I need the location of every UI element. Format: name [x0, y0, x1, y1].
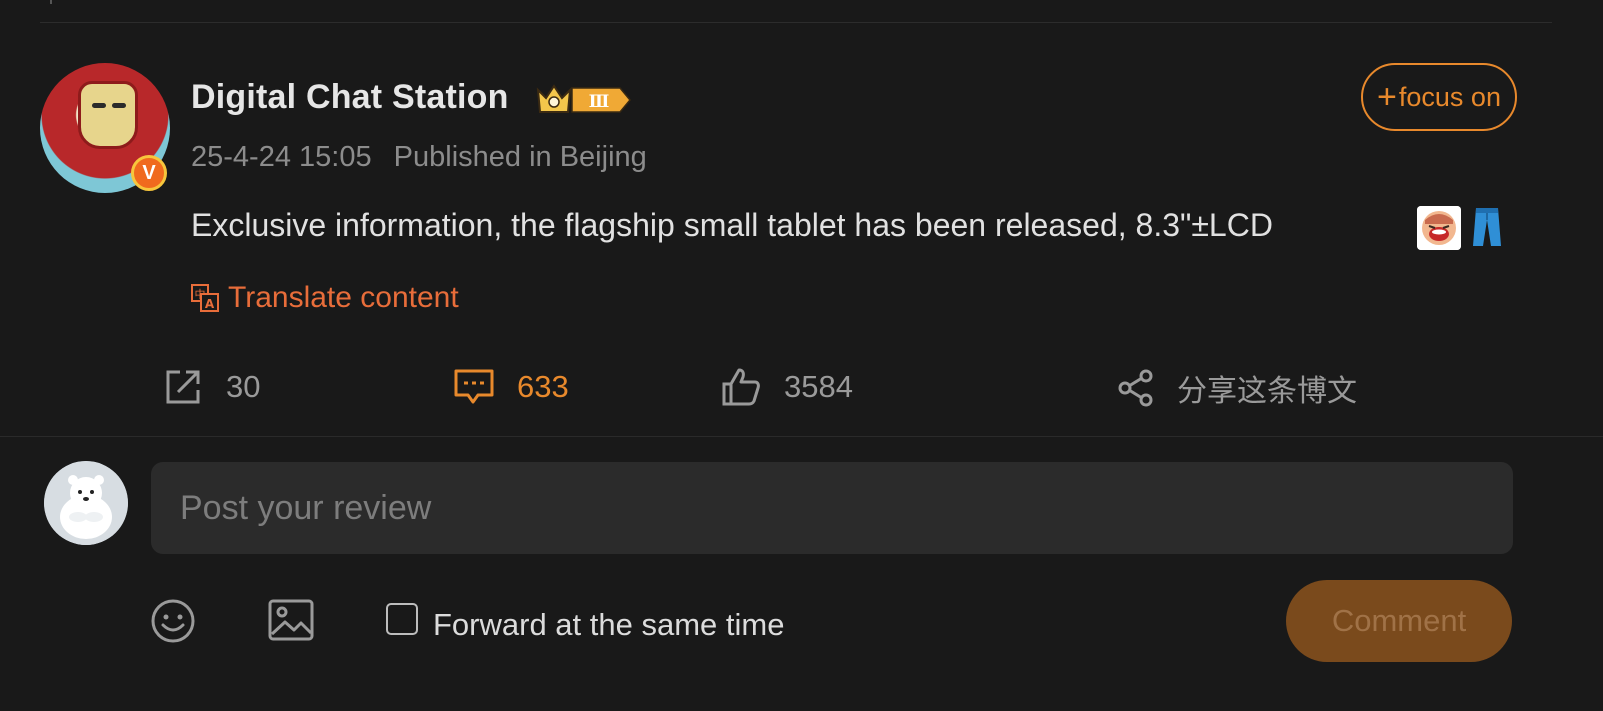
share-post-button[interactable]: 分享这条博文 — [1117, 366, 1357, 410]
share-icon — [1118, 369, 1153, 407]
repost-button[interactable]: 30 — [162, 366, 260, 408]
post-timestamp: 25-4-24 15:05 — [191, 141, 372, 173]
comment-count-button[interactable]: 633 — [453, 366, 569, 408]
emoji-icon[interactable] — [150, 598, 196, 644]
forward-checkbox[interactable] — [386, 603, 418, 635]
repost-count: 30 — [226, 369, 261, 404]
comment-icon — [454, 369, 494, 404]
like-button[interactable]: 3584 — [720, 366, 853, 408]
share-label: 分享这条博文 — [1177, 374, 1357, 409]
forward-label[interactable]: Forward at the same time — [433, 607, 784, 643]
review-input[interactable] — [151, 462, 1513, 554]
level-text: Ⅲ — [589, 92, 610, 112]
my-avatar[interactable] — [44, 461, 128, 545]
top-divider — [40, 22, 1552, 23]
post-location: Published in Beijing — [393, 141, 647, 173]
author-name[interactable]: Digital Chat Station — [191, 78, 509, 117]
top-edge-marker — [50, 0, 52, 4]
avatar-eye-right — [112, 103, 126, 108]
post-text: Exclusive information, the flagship smal… — [191, 207, 1273, 243]
translate-label: Translate content — [228, 281, 459, 314]
crown-level-badge-icon: Ⅲ — [536, 84, 631, 113]
repost-icon — [166, 370, 200, 404]
image-icon[interactable] — [267, 598, 315, 642]
avatar-eye-left — [92, 103, 106, 108]
avatar-face — [78, 81, 138, 149]
follow-button[interactable]: + focus on — [1361, 63, 1517, 131]
svg-text:A: A — [205, 297, 215, 311]
plus-icon: + — [1377, 77, 1397, 116]
polar-bear-avatar-icon — [44, 461, 128, 545]
translate-content-link[interactable]: 中 A Translate content — [190, 281, 459, 315]
section-divider — [0, 436, 1603, 437]
comment-submit-button[interactable]: Comment — [1286, 580, 1512, 662]
comment-count: 633 — [517, 369, 569, 404]
like-icon — [722, 368, 760, 406]
follow-label: focus on — [1398, 81, 1501, 112]
post-meta: 25-4-24 15:05 Published in Beijing — [191, 141, 647, 174]
translate-icon: 中 A — [191, 284, 219, 312]
like-count: 3584 — [784, 369, 853, 404]
verified-badge: V — [131, 155, 167, 191]
jeans-emoji-icon — [1473, 208, 1501, 246]
laughing-crying-emoji-icon — [1417, 206, 1461, 250]
